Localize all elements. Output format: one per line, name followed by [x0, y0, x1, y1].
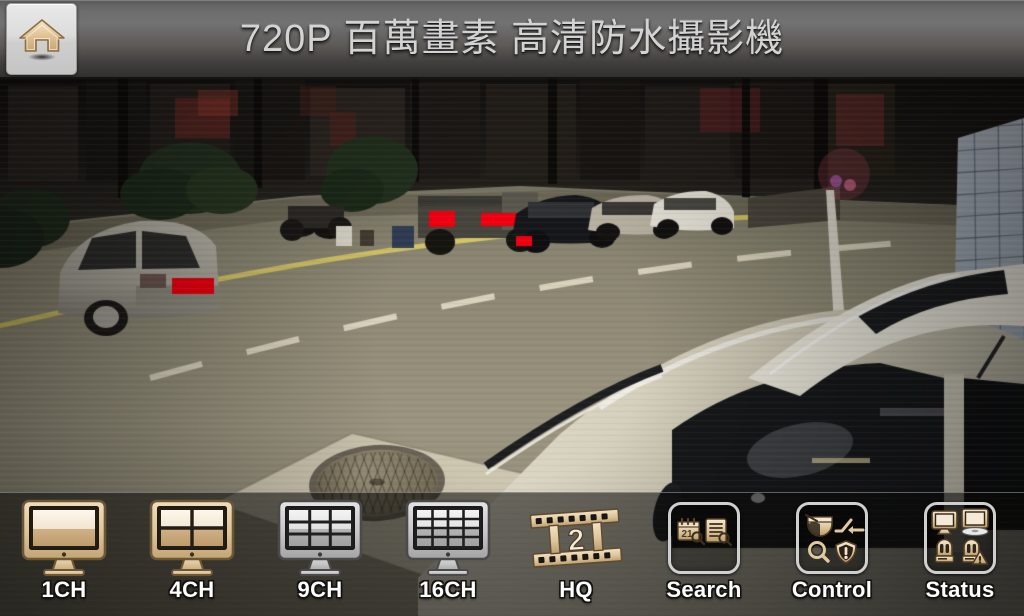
device-alert-icon [961, 538, 989, 565]
toolbar-label-4ch: 4CH [169, 577, 215, 602]
control-group-icon [796, 502, 868, 574]
toolbar-item-hq[interactable]: 2 HQ [512, 493, 640, 616]
search-group-icon: 21 [668, 502, 740, 574]
toolbar-label-16ch: 16CH [419, 577, 477, 602]
toolbar-label-search: Search [666, 577, 742, 602]
dome-camera-icon [805, 514, 833, 537]
toolbar-item-control[interactable]: Control [768, 493, 896, 616]
home-button[interactable] [6, 3, 77, 75]
page-title: 720P 百萬畫素 高清防水攝影機 [239, 18, 785, 60]
alert-shield-icon [835, 540, 857, 564]
bottom-toolbar: 1CH 4CH 9CH 16CH 2 HQ 21 Search Control … [0, 492, 1024, 616]
home-icon [16, 14, 68, 64]
calendar-search-icon: 21 [677, 517, 706, 546]
relay-switch-icon [834, 518, 865, 534]
toolbar-item-9ch[interactable]: 9CH [256, 493, 384, 616]
toolbar-label-1ch: 1CH [41, 577, 87, 602]
toolbar-label-status: Status [925, 577, 995, 602]
monitor-1ch-icon [18, 493, 110, 579]
monitor-icon [931, 510, 958, 535]
toolbar-item-4ch[interactable]: 4CH [128, 493, 256, 616]
toolbar-label-control: Control [791, 577, 873, 602]
toolbar-item-1ch[interactable]: 1CH [0, 493, 128, 616]
log-list-search-icon [705, 518, 733, 547]
toolbar-item-16ch[interactable]: 16CH [384, 493, 512, 616]
toolbar-label-hq: HQ [559, 577, 593, 602]
device-icon [934, 538, 955, 563]
monitor-disk-icon [961, 508, 989, 537]
toolbar-item-search[interactable]: 21 Search [640, 493, 768, 616]
svg-text:21: 21 [681, 529, 693, 540]
magnifier-icon [808, 541, 830, 563]
toolbar-item-status[interactable]: Status [896, 493, 1024, 616]
toolbar-label-9ch: 9CH [297, 577, 343, 602]
app-header: 720P 百萬畫素 高清防水攝影機 [0, 0, 1024, 78]
monitor-4ch-icon [146, 493, 238, 579]
dvr-mobile-viewer: 720P 百萬畫素 高清防水攝影機 1CH 4CH 9CH 16CH 2 HQ … [0, 0, 1024, 616]
monitor-16ch-icon [402, 493, 494, 579]
hq-quality-badge: 2 [567, 523, 586, 557]
monitor-9ch-icon [274, 493, 366, 579]
status-group-icon [924, 502, 996, 574]
filmstrip-icon: 2 [528, 493, 624, 579]
